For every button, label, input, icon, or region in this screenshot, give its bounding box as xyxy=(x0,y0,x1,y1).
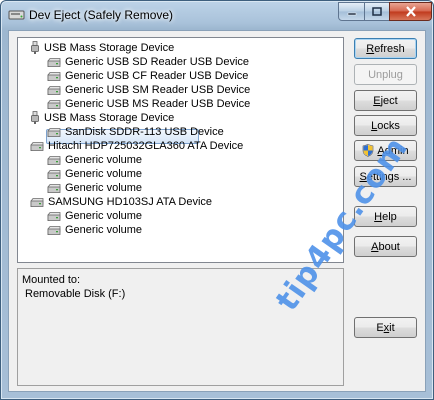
window-title: Dev Eject (Safely Remove) xyxy=(29,8,174,22)
hard-drive-icon xyxy=(47,100,61,109)
close-button[interactable] xyxy=(389,2,432,21)
tree-item-label: Generic volume xyxy=(65,182,143,194)
refresh-accel: R xyxy=(366,42,375,55)
hard-drive-icon xyxy=(47,156,61,165)
exit-button[interactable]: Ex it xyxy=(354,317,417,338)
hard-drive-icon xyxy=(30,142,44,151)
hard-drive-icon xyxy=(47,86,61,95)
hard-drive-icon xyxy=(47,184,61,193)
close-icon xyxy=(405,6,416,17)
help-accel: H xyxy=(374,210,383,223)
hard-drive-icon xyxy=(47,170,61,179)
tree-item-label: Generic volume xyxy=(65,168,143,180)
tree-item-label: USB Mass Storage Device xyxy=(44,42,175,54)
hard-drive-icon xyxy=(47,72,61,81)
app-window: Dev Eject (Safely Remove) USB Mass Stora… xyxy=(0,0,434,400)
usb-plug-icon xyxy=(31,111,39,124)
unplug-button[interactable]: Unplug xyxy=(354,64,417,85)
tree-item-label: Generic volume xyxy=(65,224,143,236)
mounted-to-label: Mounted to: xyxy=(22,274,81,286)
locks-label: ocks xyxy=(377,119,400,132)
hard-drive-icon xyxy=(47,226,61,235)
unplug-label: Unplug xyxy=(368,68,403,81)
minimize-icon xyxy=(347,12,356,15)
about-label: bout xyxy=(378,240,400,253)
exit-label-start: E xyxy=(376,321,384,334)
tree-item-label: SanDisk SDDR-113 USB Device xyxy=(65,126,224,138)
tree-item-label: Hitachi HDP725032GLA360 ATA Device xyxy=(48,140,244,152)
eject-app-icon xyxy=(8,10,25,20)
eject-button[interactable]: Eject xyxy=(354,90,417,111)
minimize-button[interactable] xyxy=(338,2,365,21)
usb-plug-icon xyxy=(31,41,39,54)
maximize-icon xyxy=(372,7,382,16)
hard-drive-icon xyxy=(47,58,61,67)
tree-item-label: Generic volume xyxy=(65,210,143,222)
title-bar[interactable]: Dev Eject (Safely Remove) xyxy=(1,1,433,29)
tree-item-label: SAMSUNG HD103SJ ATA Device xyxy=(48,196,213,208)
refresh-label: efresh xyxy=(374,42,405,55)
exit-label-end: it xyxy=(389,321,395,334)
tree-item-label: Generic USB CF Reader USB Device xyxy=(65,70,249,82)
hard-drive-icon xyxy=(30,198,44,207)
eject-accel: E xyxy=(373,94,381,107)
eject-label: ject xyxy=(380,94,398,107)
device-tree[interactable]: USB Mass Storage Device Generic USB SD Re… xyxy=(17,37,344,263)
help-label: elp xyxy=(382,210,397,223)
mounted-drive-value: Removable Disk (F:) xyxy=(25,288,126,300)
tree-item-label: Generic USB SD Reader USB Device xyxy=(65,56,250,68)
hard-drive-icon xyxy=(47,128,61,137)
refresh-button[interactable]: Refresh xyxy=(354,38,417,59)
tree-item-label: Generic volume xyxy=(65,154,143,166)
tree-item-label: Generic USB SM Reader USB Device xyxy=(65,84,251,96)
tree-item-label: USB Mass Storage Device xyxy=(44,112,175,124)
hard-drive-icon xyxy=(47,212,61,221)
maximize-button[interactable] xyxy=(364,2,390,21)
about-button[interactable]: About xyxy=(354,236,417,257)
about-accel: A xyxy=(371,240,379,253)
tree-item-label: Generic USB MS Reader USB Device xyxy=(65,98,251,110)
